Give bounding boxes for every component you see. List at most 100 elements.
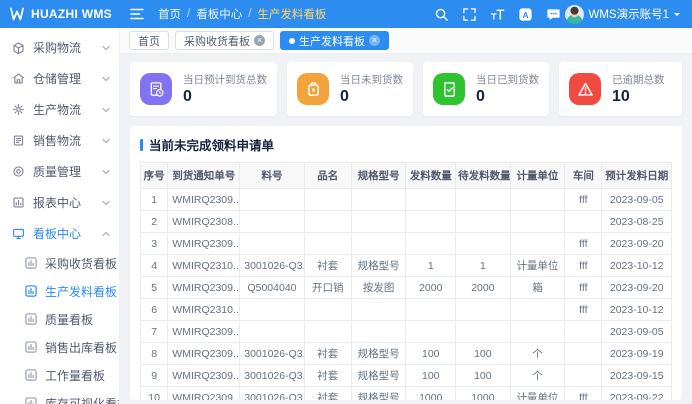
fullscreen-icon[interactable] bbox=[462, 7, 477, 22]
table-cell bbox=[565, 365, 602, 387]
sidebar-subitem-生产发料看板[interactable]: 生产发料看板 bbox=[0, 277, 119, 305]
table-cell: 3 bbox=[141, 233, 168, 255]
table-cell: 1 bbox=[406, 255, 456, 277]
table-row[interactable]: 9WMIRQ2309...3001026-Q3...衬套规格型号100100个2… bbox=[141, 365, 672, 387]
stat-card-info: 已逾期总数10 bbox=[612, 72, 665, 106]
table-cell bbox=[240, 321, 305, 343]
breadcrumb-item[interactable]: 生产发料看板 bbox=[257, 6, 326, 22]
table-cell: 规格型号 bbox=[351, 387, 406, 401]
schedule-doc-icon bbox=[140, 73, 172, 105]
table-cell: WMIRQ2310... bbox=[168, 299, 240, 321]
table-cell: 2023-10-12 bbox=[602, 255, 672, 277]
table-cell: 100 bbox=[406, 343, 456, 365]
sidebar-subitem-销售出库看板[interactable]: 销售出库看板 bbox=[0, 333, 119, 361]
sidebar-item-采购物流[interactable]: 采购物流 bbox=[0, 32, 119, 63]
table-cell bbox=[304, 233, 351, 255]
tab-close-icon[interactable]: × bbox=[369, 35, 380, 46]
table-cell bbox=[351, 321, 406, 343]
sidebar-subitem-库存可视化看板[interactable]: 库存可视化看板 bbox=[0, 389, 119, 404]
tab-采购收货看板[interactable]: 采购收货看板 × bbox=[175, 31, 274, 50]
column-header: 计量单位 bbox=[510, 163, 565, 189]
table-cell: WMIRQ2310... bbox=[168, 255, 240, 277]
message-icon[interactable] bbox=[546, 7, 561, 22]
sidebar-item-label: 看板中心 bbox=[33, 225, 81, 242]
sidebar-item-生产物流[interactable]: 生产物流 bbox=[0, 94, 119, 125]
breadcrumb-item[interactable]: 首页 bbox=[158, 6, 181, 22]
user-menu[interactable]: WMS演示账号1 bbox=[561, 5, 692, 24]
sidebar-item-仓储管理[interactable]: 仓储管理 bbox=[0, 63, 119, 94]
table-cell: 100 bbox=[456, 365, 511, 387]
search-icon[interactable] bbox=[434, 7, 449, 22]
stat-card: 已逾期总数10 bbox=[559, 62, 682, 116]
parcel-icon bbox=[297, 73, 329, 105]
header-actions: A bbox=[434, 7, 561, 22]
board-icon bbox=[24, 368, 38, 382]
table-cell: 2023-10-12 bbox=[602, 299, 672, 321]
table-cell: 2023-09-05 bbox=[602, 321, 672, 343]
stat-card: 当日预计到货总数0 bbox=[130, 62, 277, 116]
stat-card-label: 当日预计到货总数 bbox=[183, 72, 267, 87]
sidebar-subitem-label: 生产发料看板 bbox=[45, 283, 117, 300]
table-cell: fff bbox=[565, 255, 602, 277]
chevron-down-icon bbox=[101, 43, 111, 53]
avatar bbox=[565, 5, 584, 24]
table-cell bbox=[406, 189, 456, 211]
table-cell: 2023-09-05 bbox=[602, 189, 672, 211]
sidebar-item-报表中心[interactable]: 报表中心 bbox=[0, 187, 119, 218]
table-cell bbox=[351, 233, 406, 255]
font-size-icon[interactable] bbox=[490, 7, 505, 22]
table-cell bbox=[510, 299, 565, 321]
column-header: 料号 bbox=[240, 163, 305, 189]
quality-icon bbox=[12, 165, 25, 178]
table-row[interactable]: 10WMIRQ2309...3001026-Q3...衬套规格型号1000100… bbox=[141, 387, 672, 401]
chevron-up-icon bbox=[101, 229, 111, 239]
sidebar-subitem-label: 销售出库看板 bbox=[45, 339, 117, 356]
tab-close-icon[interactable]: × bbox=[254, 35, 265, 46]
table-cell: WMIRQ2309... bbox=[168, 277, 240, 299]
table-row[interactable]: 3WMIRQ2309...fff2023-09-20 bbox=[141, 233, 672, 255]
table-row[interactable]: 5WMIRQ2309...Q5004040开口销按发图20002000箱fff2… bbox=[141, 277, 672, 299]
sidebar-item-label: 采购物流 bbox=[33, 39, 81, 56]
table-cell: 2023-08-25 bbox=[602, 211, 672, 233]
table-cell: WMIRQ2309... bbox=[168, 343, 240, 365]
table-cell: 衬套 bbox=[304, 387, 351, 401]
sidebar-subitem-工作量看板[interactable]: 工作量看板 bbox=[0, 361, 119, 389]
stat-card-value: 0 bbox=[476, 88, 539, 106]
table-row[interactable]: 2WMIRQ2308...2023-08-25 bbox=[141, 211, 672, 233]
sidebar-subitem-质量看板[interactable]: 质量看板 bbox=[0, 305, 119, 333]
report-icon bbox=[12, 196, 25, 209]
package-icon bbox=[12, 41, 25, 54]
tab-首页[interactable]: 首页 bbox=[129, 31, 169, 50]
sidebar-subitem-采购收货看板[interactable]: 采购收货看板 bbox=[0, 249, 119, 277]
table-cell: 1000 bbox=[456, 387, 511, 401]
app-logo[interactable]: HUAZHI WMS bbox=[0, 7, 120, 21]
sidebar-item-质量管理[interactable]: 质量管理 bbox=[0, 156, 119, 187]
stat-card-label: 当日已到货数 bbox=[476, 72, 539, 87]
logo-text: HUAZHI WMS bbox=[31, 7, 112, 21]
tab-label: 采购收货看板 bbox=[184, 33, 250, 49]
table-cell: 计量单位 bbox=[510, 387, 565, 401]
table-cell: 规格型号 bbox=[351, 255, 406, 277]
breadcrumb-item[interactable]: 看板中心 bbox=[196, 6, 242, 22]
sidebar-item-销售物流[interactable]: 销售物流 bbox=[0, 125, 119, 156]
table-row[interactable]: 8WMIRQ2309...3001026-Q3...衬套规格型号100100个2… bbox=[141, 343, 672, 365]
table-row[interactable]: 4WMIRQ2310...3001026-Q3...衬套规格型号11计量单位ff… bbox=[141, 255, 672, 277]
menu-collapse-icon[interactable] bbox=[130, 8, 144, 20]
table-cell: 按发图 bbox=[351, 277, 406, 299]
sidebar-subitem-label: 采购收货看板 bbox=[45, 255, 117, 272]
table-cell bbox=[456, 233, 511, 255]
table-cell bbox=[240, 299, 305, 321]
tab-生产发料看板[interactable]: 生产发料看板× bbox=[280, 31, 389, 50]
table-cell bbox=[240, 211, 305, 233]
table-cell bbox=[304, 211, 351, 233]
sidebar-item-label: 销售物流 bbox=[33, 132, 81, 149]
translate-icon[interactable]: A bbox=[518, 7, 533, 22]
table-row[interactable]: 1WMIRQ2309...fff2023-09-05 bbox=[141, 189, 672, 211]
table-cell: 3001026-Q3... bbox=[240, 343, 305, 365]
table-cell bbox=[510, 233, 565, 255]
column-header: 到货通知单号 bbox=[168, 163, 240, 189]
sidebar-item-看板中心[interactable]: 看板中心 bbox=[0, 218, 119, 249]
table-row[interactable]: 6WMIRQ2310...fff2023-10-12 bbox=[141, 299, 672, 321]
table-row[interactable]: 7WMIRQ2309...2023-09-05 bbox=[141, 321, 672, 343]
pending-requests-table: 序号到货通知单号料号品名规格型号发料数量待发料数量计量单位车间预计发料日期1WM… bbox=[140, 162, 672, 400]
